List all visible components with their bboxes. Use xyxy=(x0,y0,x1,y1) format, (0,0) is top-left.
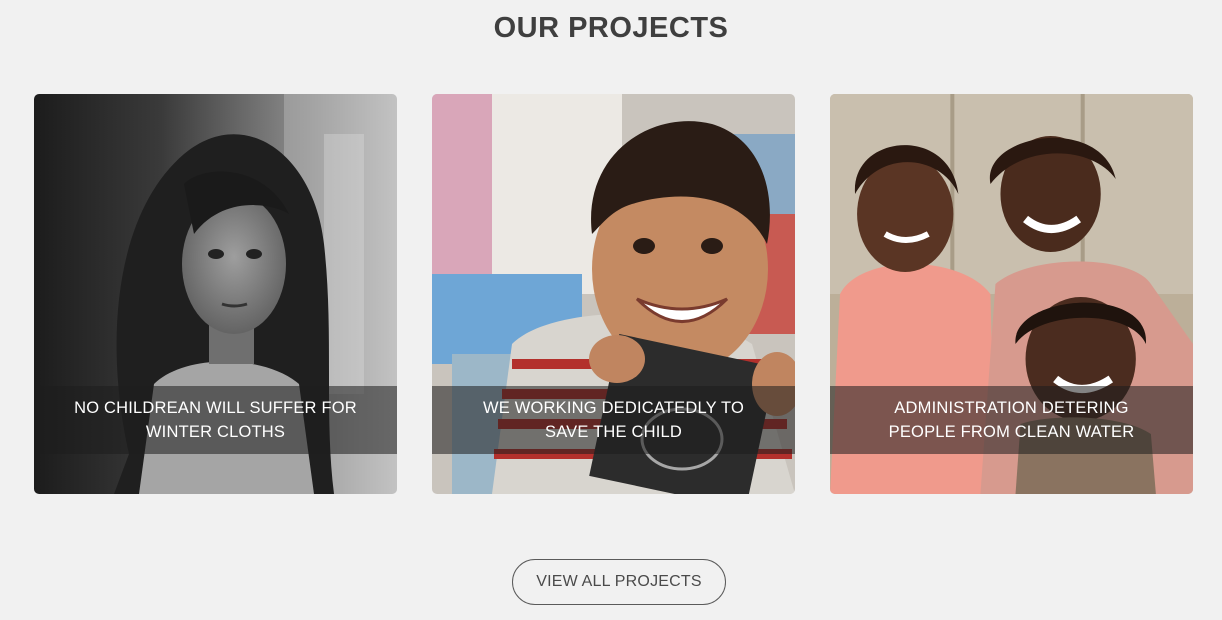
project-card[interactable]: ADMINISTRATION DETERING PEOPLE FROM CLEA… xyxy=(830,94,1193,494)
project-caption: WE WORKING DEDICATEDLY TO SAVE THE CHILD xyxy=(432,386,795,454)
project-caption-text: WE WORKING DEDICATEDLY TO SAVE THE CHILD xyxy=(482,399,745,441)
project-caption: ADMINISTRATION DETERING PEOPLE FROM CLEA… xyxy=(830,386,1193,454)
section-title: OUR PROJECTS xyxy=(493,12,729,44)
project-caption-text: NO CHILDREAN WILL SUFFER FOR WINTER CLOT… xyxy=(74,399,357,441)
project-card[interactable]: NO CHILDREAN WILL SUFFER FOR WINTER CLOT… xyxy=(34,94,397,494)
project-card[interactable]: WE WORKING DEDICATEDLY TO SAVE THE CHILD xyxy=(432,94,795,494)
view-all-projects-button[interactable]: VIEW ALL PROJECTS xyxy=(512,559,726,605)
project-caption-text: ADMINISTRATION DETERING PEOPLE FROM CLEA… xyxy=(888,399,1135,441)
projects-section: OUR PROJECTS NO CHILDREAN WILL SUFFER FO… xyxy=(0,0,1222,620)
project-caption: NO CHILDREAN WILL SUFFER FOR WINTER CLOT… xyxy=(34,386,397,454)
